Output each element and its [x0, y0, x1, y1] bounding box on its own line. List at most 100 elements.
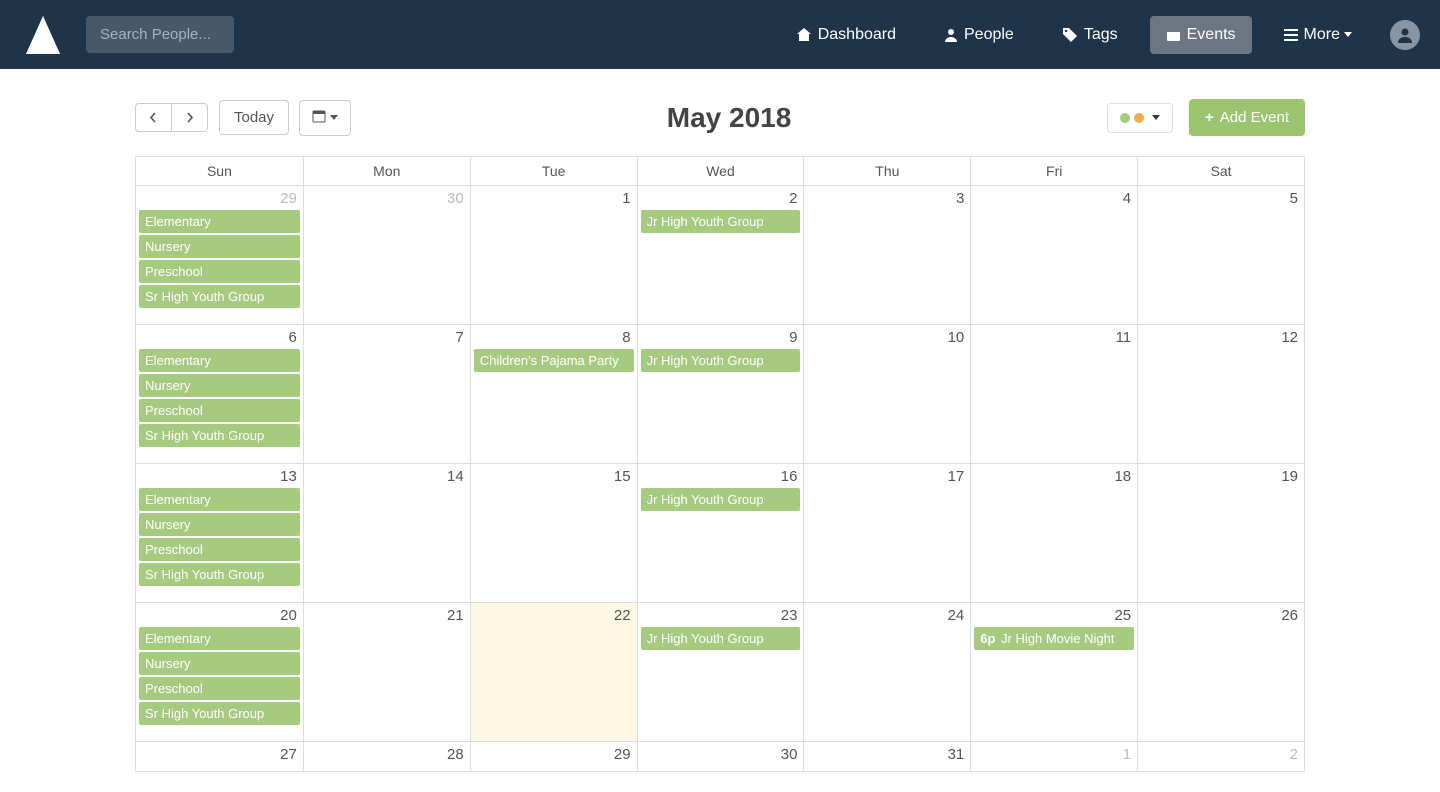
calendar-day-cell[interactable]: 14 [303, 463, 470, 602]
search-input[interactable] [86, 16, 234, 53]
calendar-day-cell[interactable]: 4 [970, 185, 1137, 324]
day-number: 22 [614, 607, 631, 624]
day-header: Tue [470, 157, 637, 185]
calendar-day-cell[interactable]: 7 [303, 324, 470, 463]
calendar-event[interactable]: Jr High Youth Group [641, 349, 801, 372]
calendar-event[interactable]: Elementary [139, 210, 300, 233]
day-number: 5 [1290, 190, 1298, 207]
top-navbar: Dashboard People Tags Events More [0, 0, 1440, 69]
calendar-event[interactable]: Preschool [139, 260, 300, 283]
day-number: 25 [1114, 607, 1131, 624]
calendar-event[interactable]: 6p Jr High Movie Night [974, 627, 1134, 650]
calendar-event[interactable]: Elementary [139, 349, 300, 372]
calendar-day-cell[interactable]: 31 [803, 741, 970, 771]
calendar-day-cell[interactable]: 13 Elementary Nursery Preschool Sr High … [136, 463, 303, 602]
day-number: 18 [1114, 468, 1131, 485]
add-event-button[interactable]: + Add Event [1189, 99, 1305, 136]
calendar-day-cell[interactable]: 3 [803, 185, 970, 324]
event-label: Sr High Youth Group [145, 289, 264, 304]
calendar-day-cell[interactable]: 22 [470, 602, 637, 741]
prev-month-button[interactable] [135, 103, 172, 132]
calendar-event[interactable]: Jr High Youth Group [641, 488, 801, 511]
calendar-day-cell[interactable]: 24 [803, 602, 970, 741]
calendar-day-cell[interactable]: 29 [470, 741, 637, 771]
calendar-day-cell[interactable]: 8 Children's Pajama Party [470, 324, 637, 463]
event-label: Preschool [145, 403, 203, 418]
calendar-day-cell[interactable]: 26 [1137, 602, 1304, 741]
calendar-event[interactable]: Sr High Youth Group [139, 285, 300, 308]
event-label: Children's Pajama Party [480, 353, 619, 368]
event-label: Jr High Youth Group [647, 631, 764, 646]
calendar-day-cell[interactable]: 11 [970, 324, 1137, 463]
calendar-day-cell[interactable]: 9 Jr High Youth Group [637, 324, 804, 463]
calendar-day-cell[interactable]: 10 [803, 324, 970, 463]
calendar-event[interactable]: Nursery [139, 235, 300, 258]
calendar-day-cell[interactable]: 1 [470, 185, 637, 324]
calendar-event[interactable]: Jr High Youth Group [641, 210, 801, 233]
nav-tags[interactable]: Tags [1046, 16, 1134, 54]
calendar-day-cell[interactable]: 20 Elementary Nursery Preschool Sr High … [136, 602, 303, 741]
calendar-day-cell[interactable]: 29 Elementary Nursery Preschool Sr High … [136, 185, 303, 324]
nav-more[interactable]: More [1268, 16, 1368, 54]
calendar-event[interactable]: Preschool [139, 677, 300, 700]
calendar-event[interactable]: Preschool [139, 538, 300, 561]
calendar-day-cell[interactable]: 6 Elementary Nursery Preschool Sr High Y… [136, 324, 303, 463]
date-picker-button[interactable] [299, 100, 351, 136]
day-number: 29 [614, 746, 631, 763]
calendar-day-cell[interactable]: 2 Jr High Youth Group [637, 185, 804, 324]
day-number: 10 [948, 329, 965, 346]
day-header: Sun [136, 157, 303, 185]
event-label: Jr High Youth Group [647, 492, 764, 507]
calendar-event[interactable]: Children's Pajama Party [474, 349, 634, 372]
nav-events[interactable]: Events [1150, 16, 1252, 54]
calendar-event[interactable]: Elementary [139, 627, 300, 650]
home-icon [796, 27, 812, 43]
calendar-day-cell[interactable]: 30 [303, 185, 470, 324]
day-number: 8 [622, 329, 630, 346]
calendar-day-cell[interactable]: 19 [1137, 463, 1304, 602]
calendar-day-cell[interactable]: 21 [303, 602, 470, 741]
user-icon [944, 27, 958, 43]
day-header: Thu [803, 157, 970, 185]
day-number: 2 [1290, 746, 1298, 763]
calendar-day-cell[interactable]: 18 [970, 463, 1137, 602]
category-filter-button[interactable] [1107, 103, 1173, 133]
calendar-event[interactable]: Sr High Youth Group [139, 702, 300, 725]
calendar-event[interactable]: Jr High Youth Group [641, 627, 801, 650]
events-wrap: Elementary Nursery Preschool Sr High You… [138, 210, 301, 308]
next-month-button[interactable] [172, 103, 208, 132]
event-label: Preschool [145, 542, 203, 557]
chevron-down-icon [1344, 32, 1352, 37]
app-logo[interactable] [20, 12, 66, 58]
calendar-event[interactable]: Sr High Youth Group [139, 563, 300, 586]
today-button[interactable]: Today [219, 100, 289, 135]
nav-people[interactable]: People [928, 16, 1030, 54]
calendar-toolbar: Today May 2018 + Add Event [0, 69, 1440, 144]
event-label: Jr High Movie Night [997, 631, 1114, 646]
calendar-event[interactable]: Elementary [139, 488, 300, 511]
calendar-day-cell[interactable]: 5 [1137, 185, 1304, 324]
calendar-day-cell[interactable]: 17 [803, 463, 970, 602]
calendar-day-cell[interactable]: 27 [136, 741, 303, 771]
event-label: Nursery [145, 656, 191, 671]
calendar-day-cell[interactable]: 25 6p Jr High Movie Night [970, 602, 1137, 741]
day-number: 3 [956, 190, 964, 207]
event-label: Sr High Youth Group [145, 567, 264, 582]
calendar-event[interactable]: Nursery [139, 513, 300, 536]
calendar-event[interactable]: Nursery [139, 374, 300, 397]
event-label: Sr High Youth Group [145, 706, 264, 721]
calendar-event[interactable]: Nursery [139, 652, 300, 675]
calendar-event[interactable]: Sr High Youth Group [139, 424, 300, 447]
user-avatar[interactable] [1390, 20, 1420, 50]
calendar-day-cell[interactable]: 16 Jr High Youth Group [637, 463, 804, 602]
calendar-day-cell[interactable]: 2 [1137, 741, 1304, 771]
nav-dashboard[interactable]: Dashboard [780, 16, 912, 54]
calendar-day-cell[interactable]: 1 [970, 741, 1137, 771]
calendar-day-cell[interactable]: 30 [637, 741, 804, 771]
calendar-day-cell[interactable]: 23 Jr High Youth Group [637, 602, 804, 741]
calendar-event[interactable]: Preschool [139, 399, 300, 422]
calendar-day-cell[interactable]: 28 [303, 741, 470, 771]
day-number: 20 [280, 607, 297, 624]
calendar-day-cell[interactable]: 12 [1137, 324, 1304, 463]
calendar-day-cell[interactable]: 15 [470, 463, 637, 602]
